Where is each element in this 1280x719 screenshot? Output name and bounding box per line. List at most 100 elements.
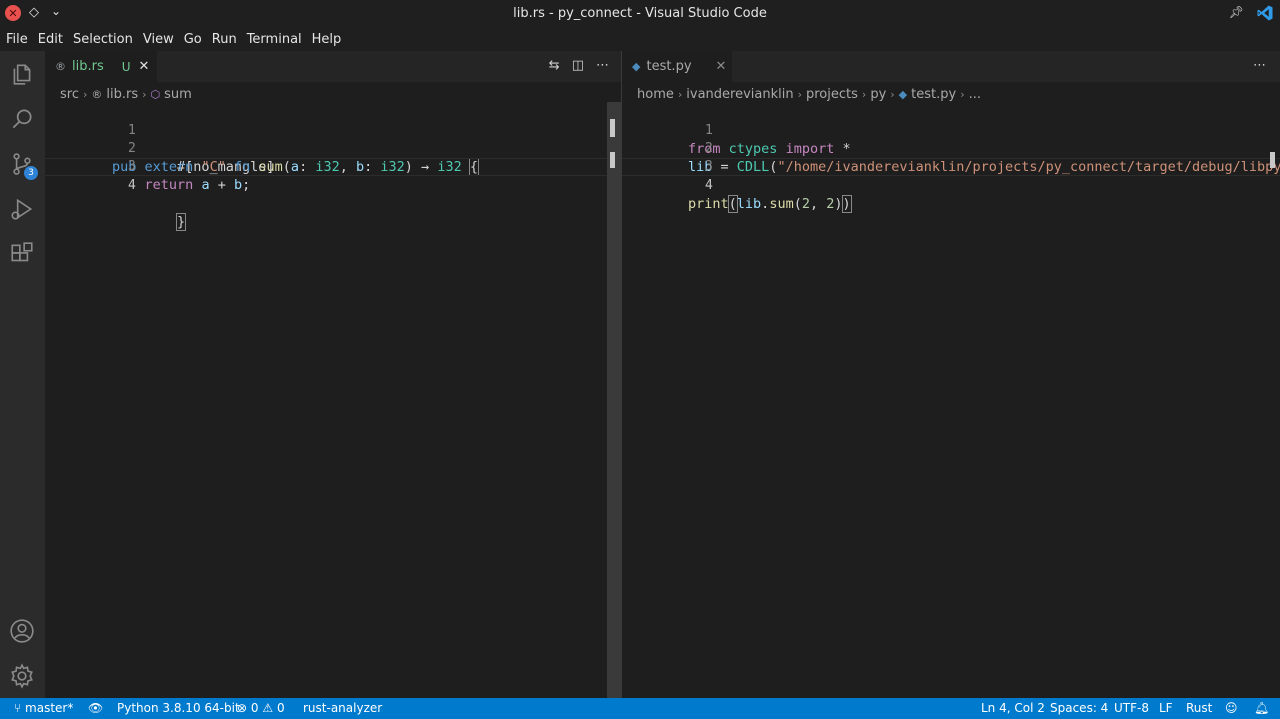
chevron-right-icon: ›: [677, 87, 683, 101]
punct-token: (: [727, 195, 738, 213]
keyword-token: return: [144, 177, 194, 193]
tab-lib-rs[interactable]: ® lib.rs U ✕: [45, 51, 157, 82]
scroll-thumb[interactable]: [1270, 152, 1275, 168]
notifications-icon[interactable]: 🔔︎: [1254, 701, 1269, 715]
scroll-thumb[interactable]: [610, 119, 615, 137]
breadcrumb-more[interactable]: ...: [969, 87, 981, 102]
encoding[interactable]: UTF-8: [1114, 701, 1149, 715]
feedback-icon[interactable]: ☺: [1225, 701, 1238, 715]
problems-status[interactable]: ⊗ 0 ⚠ 0: [237, 701, 285, 715]
code-editor-left[interactable]: 1 #[no_mangle] 2 pub extern "C" fn sum(a…: [45, 104, 621, 231]
language-mode[interactable]: Rust: [1186, 701, 1212, 715]
more-actions-icon[interactable]: ⋯: [1253, 58, 1266, 73]
split-editor-icon[interactable]: ◫: [572, 58, 584, 73]
variable-token: b: [233, 177, 243, 193]
tab-bar-left: ® lib.rs U ✕ ⇆ ◫ ⋯: [45, 51, 621, 82]
menu-file[interactable]: File: [6, 32, 28, 47]
git-branch-icon: ⑂: [14, 701, 22, 715]
function-symbol-icon: ⬡: [150, 87, 161, 101]
punct-token: ,: [809, 196, 827, 212]
editor-actions: ⋯: [1253, 58, 1266, 73]
vertical-scrollbar[interactable]: [607, 102, 621, 698]
punct-token: (: [793, 196, 802, 212]
close-tab-icon[interactable]: ✕: [716, 59, 727, 74]
chevron-right-icon: ›: [142, 87, 147, 101]
breadcrumb-file[interactable]: test.py: [911, 87, 956, 102]
python-file-icon: ◆: [898, 87, 908, 101]
punct-token: ): [834, 196, 843, 212]
variable-token: a: [201, 177, 210, 193]
more-actions-icon[interactable]: ⋯: [596, 58, 609, 73]
code-line-current: 4 }: [45, 158, 621, 231]
code-editor-right[interactable]: 1 from ctypes import * 2 lib = CDLL("/ho…: [622, 104, 1280, 213]
menu-selection[interactable]: Selection: [73, 32, 133, 47]
pin-icon[interactable]: 📌︎: [1229, 5, 1244, 19]
punct-token: ;: [242, 177, 251, 193]
menu-terminal[interactable]: Terminal: [247, 32, 302, 47]
rust-analyzer-status[interactable]: rust-analyzer: [303, 701, 382, 715]
breadcrumb-segment[interactable]: ivanderevianklin: [686, 87, 793, 102]
end-of-line[interactable]: LF: [1159, 701, 1173, 715]
vscode-logo-icon: [1257, 5, 1273, 21]
editor-group-left: ® lib.rs U ✕ ⇆ ◫ ⋯ src › ® lib.rs › ⬡ su…: [45, 51, 621, 698]
rust-file-icon: ®: [91, 87, 103, 101]
variable-token: lib: [736, 196, 762, 212]
untracked-status: U: [121, 59, 131, 74]
tab-bar-right: ◆ test.py ✕ ⋯: [622, 51, 1280, 82]
line-number: 4: [704, 178, 713, 193]
code-line: 3 return a + b;: [45, 140, 621, 193]
breadcrumb-file[interactable]: lib.rs: [106, 87, 138, 102]
scroll-thumb[interactable]: [610, 152, 615, 168]
source-control-badge: 3: [24, 166, 38, 180]
python-interpreter[interactable]: Python 3.8.10 64-bit: [117, 701, 240, 715]
menu-go[interactable]: Go: [184, 32, 202, 47]
chevron-right-icon: ›: [82, 87, 88, 101]
code-line-current: 4 print(lib.sum(2, 2)): [622, 158, 1280, 213]
account-icon[interactable]: [9, 618, 35, 644]
code-line: 2 lib = CDLL("/home/ivanderevianklin/pro…: [622, 122, 1280, 175]
breadcrumb-folder[interactable]: src: [60, 87, 79, 102]
title-bar: ✕ ◇ ⌄ lib.rs - py_connect - Visual Studi…: [0, 0, 1280, 27]
python-file-icon: ◆: [632, 60, 641, 73]
chevron-right-icon: ›: [890, 87, 895, 101]
breadcrumb-segment[interactable]: projects: [806, 87, 858, 102]
live-share-icon[interactable]: 👁︎: [88, 701, 103, 715]
code-line: 3: [622, 140, 1280, 174]
breadcrumb: home › ivanderevianklin › projects › py …: [637, 85, 981, 103]
menu-run[interactable]: Run: [212, 32, 237, 47]
error-icon: ⊗: [237, 701, 248, 715]
run-debug-icon[interactable]: [9, 196, 35, 222]
menu-view[interactable]: View: [143, 32, 174, 47]
tab-test-py[interactable]: ◆ test.py ✕: [622, 51, 732, 82]
status-bar: ⑂ master* 👁︎ Python 3.8.10 64-bit ⊗ 0 ⚠ …: [0, 698, 1280, 719]
rust-file-icon: ®: [55, 60, 66, 73]
code-line: 2 pub extern "C" fn sum(a: i32, b: i32) …: [45, 122, 621, 176]
breadcrumb-segment[interactable]: py: [870, 87, 886, 102]
chevron-right-icon: ›: [960, 87, 965, 101]
indentation[interactable]: Spaces: 4: [1050, 701, 1108, 715]
menu-help[interactable]: Help: [312, 32, 342, 47]
breadcrumb-segment[interactable]: home: [637, 87, 674, 102]
close-tab-icon[interactable]: ✕: [139, 59, 150, 74]
vertical-scrollbar[interactable]: [1266, 102, 1280, 222]
git-branch-status[interactable]: ⑂ master*: [14, 701, 73, 715]
brace-token: }: [176, 213, 187, 231]
line-number: 4: [127, 178, 136, 193]
function-name-token: print: [688, 196, 729, 212]
tab-label: lib.rs: [72, 59, 104, 74]
error-count: 0: [250, 701, 259, 715]
cursor-position[interactable]: Ln 4, Col 2: [981, 701, 1045, 715]
punct-token: ): [841, 195, 852, 213]
files-icon[interactable]: [9, 61, 35, 87]
breadcrumb-symbol[interactable]: sum: [164, 87, 192, 102]
warning-icon: ⚠: [262, 701, 274, 715]
search-icon[interactable]: [9, 106, 35, 132]
number-token: 2: [801, 196, 810, 212]
editor-actions: ⇆ ◫ ⋯: [549, 58, 609, 73]
extensions-icon[interactable]: [9, 241, 35, 267]
menu-edit[interactable]: Edit: [38, 32, 63, 47]
operator-token: +: [209, 177, 234, 193]
open-changes-icon[interactable]: ⇆: [549, 58, 560, 73]
function-name-token: sum: [769, 196, 794, 212]
gear-icon[interactable]: [9, 663, 35, 689]
